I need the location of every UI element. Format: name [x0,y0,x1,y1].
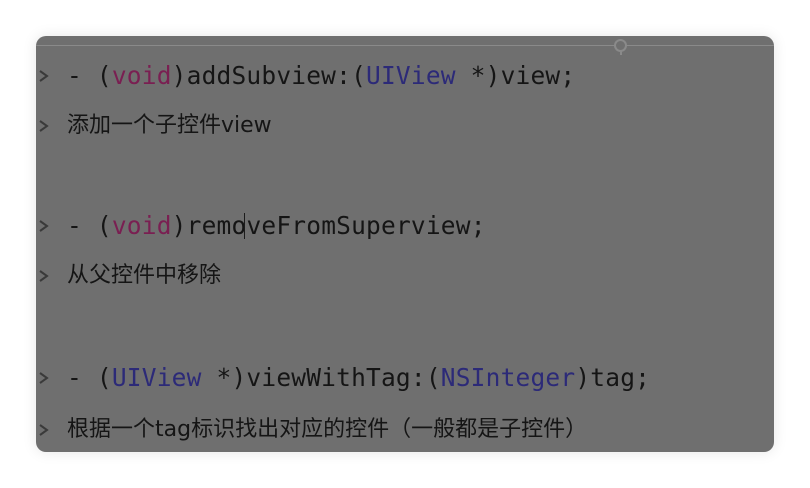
method-row-view-with-tag: - (UIView *)viewWithTag:(NSInteger)tag; [36,358,774,398]
ruler-handle-icon[interactable] [614,39,627,55]
method-signature[interactable]: - (void)addSubview:(UIView *)view; [67,56,575,96]
code-snippet-panel: - (void)addSubview:(UIView *)view; 添加一个子… [36,36,774,452]
return-type-keyword: void [111,61,172,90]
signature-prefix: - ( [67,363,112,392]
return-type: UIView [111,363,202,392]
method-signature[interactable]: - (void)removeFromSuperview; [67,206,486,246]
param-type: UIView [366,61,456,90]
chevron-right-icon[interactable] [37,68,51,84]
chevron-right-icon[interactable] [37,118,51,134]
method-row-add-subview: - (void)addSubview:(UIView *)view; [36,56,774,96]
ruler-line [36,45,774,46]
method-signature[interactable]: - (UIView *)viewWithTag:(NSInteger)tag; [67,358,650,398]
method-row-remove-from-superview: - (void)removeFromSuperview; [36,206,774,246]
chevron-right-icon[interactable] [37,370,51,386]
chevron-right-icon[interactable] [37,218,51,234]
signature-prefix: - ( [67,61,112,90]
param-type: NSInteger [440,363,576,392]
chevron-right-icon[interactable] [37,422,51,438]
chevron-right-icon[interactable] [37,268,51,284]
method-name-start: )remo [171,211,247,240]
return-type-keyword: void [111,211,172,240]
signature-suffix: *)view; [455,61,576,90]
method-description-row: 从父控件中移除 [36,256,774,296]
signature-prefix: - ( [67,211,112,240]
method-description: 根据一个tag标识找出对应的控件（一般都是子控件） [67,417,588,442]
method-description: 添加一个子控件view [67,113,272,138]
method-name-end: veFromSuperview; [246,211,486,240]
method-name: *)viewWithTag:( [201,363,441,392]
method-name: )addSubview:( [171,61,367,90]
signature-suffix: )tag; [575,363,651,392]
method-description: 从父控件中移除 [67,263,222,288]
method-description-row: 根据一个tag标识找出对应的控件（一般都是子控件） [36,410,774,450]
method-description-row: 添加一个子控件view [36,106,774,146]
